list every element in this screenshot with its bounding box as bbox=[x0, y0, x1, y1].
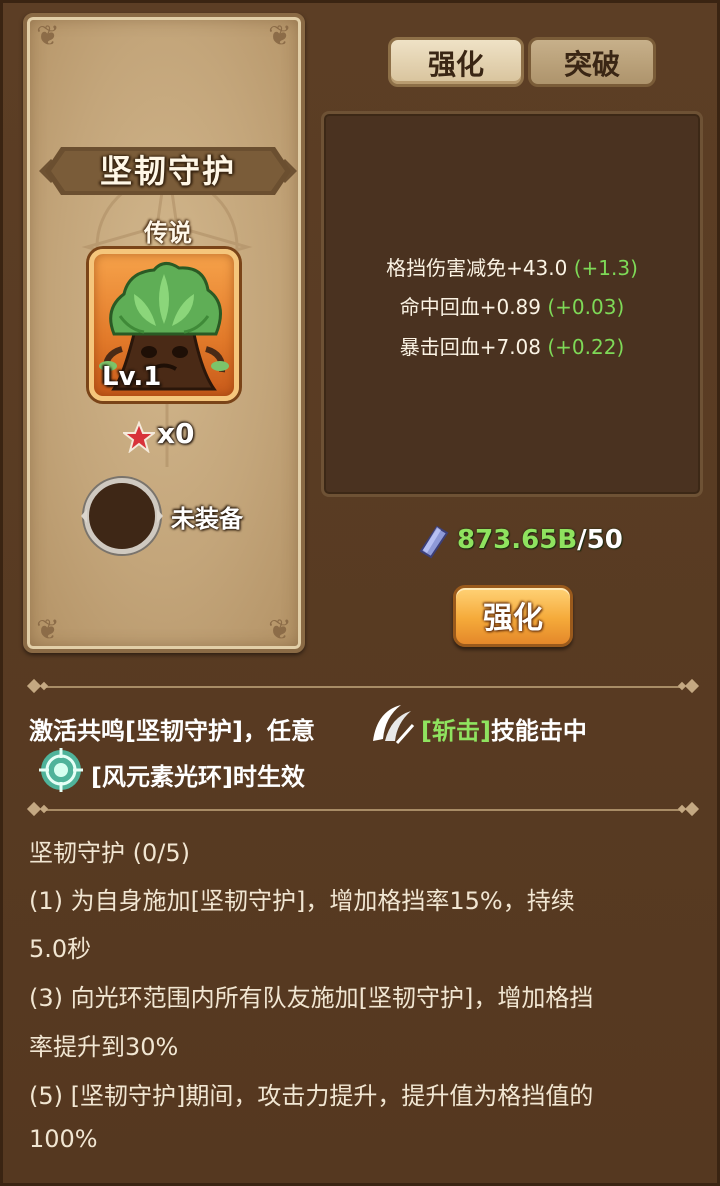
item-title-banner: 坚韧守护 bbox=[39, 145, 297, 197]
corner-ornament-icon: ❦ bbox=[268, 19, 292, 52]
equipment-detail-panel: ❦ ❦ ❦ ❦ 坚韧守护 传说 Lv.1 x0 未装备 强化 突破 格挡伤害减免… bbox=[0, 0, 720, 1186]
slash-skill-icon bbox=[373, 705, 415, 744]
divider bbox=[26, 801, 700, 817]
divider-diamond bbox=[39, 804, 49, 814]
resonance-prefix: 激活共鸣[坚韧守护]，任意 bbox=[29, 717, 315, 745]
resonance-suffix: 技能击中 bbox=[490, 717, 587, 745]
set-line: (5) [坚韧守护]期间，攻击力提升，提升值为格挡值的 bbox=[29, 1082, 594, 1110]
stat-text: 格挡伤害减免+43.0 bbox=[386, 256, 568, 280]
stat-block-reduction: 格挡伤害减免+43.0 (+1.3) bbox=[324, 252, 700, 281]
wind-aura-icon bbox=[39, 748, 83, 792]
item-card: ❦ ❦ ❦ ❦ 坚韧守护 传说 Lv.1 x0 未装备 bbox=[23, 13, 305, 653]
divider-diamond bbox=[39, 681, 49, 691]
crystal-icon bbox=[419, 525, 449, 559]
divider-line bbox=[43, 809, 683, 811]
tab-breakthrough[interactable]: 突破 bbox=[528, 37, 656, 87]
resonance-line-2: [风元素光环]时生效 bbox=[91, 763, 305, 791]
divider bbox=[26, 678, 700, 694]
corner-ornament-icon: ❦ bbox=[36, 613, 60, 646]
equip-status: 未装备 bbox=[171, 505, 243, 533]
cost-slash: / bbox=[577, 525, 587, 555]
divider-diamond bbox=[684, 801, 700, 817]
set-header: 坚韧守护 (0/5) bbox=[29, 839, 190, 867]
corner-ornament-icon: ❦ bbox=[268, 613, 292, 646]
set-line: 100% bbox=[29, 1125, 98, 1153]
divider-diamond bbox=[684, 678, 700, 694]
stat-crit-heal: 暴击回血+7.08 (+0.22) bbox=[324, 331, 700, 360]
item-level: Lv.1 bbox=[102, 362, 162, 392]
set-line: 率提升到30% bbox=[29, 1033, 179, 1061]
stat-text: 命中回血+0.89 bbox=[399, 295, 542, 319]
stat-hit-heal: 命中回血+0.89 (+0.03) bbox=[324, 291, 700, 320]
item-icon-frame[interactable]: Lv.1 bbox=[89, 249, 239, 401]
corner-ornament-icon: ❦ bbox=[36, 19, 60, 52]
divider-diamond bbox=[677, 681, 687, 691]
resonance-line-1: 激活共鸣[坚韧守护]，任意 bbox=[29, 711, 315, 746]
star-count: x0 bbox=[157, 417, 195, 450]
resonance-skill-line: [斩击]技能击中 bbox=[421, 711, 587, 746]
stat-bonus: (+1.3) bbox=[573, 256, 638, 280]
star-icon bbox=[123, 421, 155, 453]
cost-amount: 873.65B/50 bbox=[457, 525, 623, 555]
cost-need: 50 bbox=[586, 525, 623, 555]
item-name: 坚韧守护 bbox=[99, 152, 236, 190]
stats-panel: 格挡伤害减免+43.0 (+1.3) 命中回血+0.89 (+0.03) 暴击回… bbox=[321, 111, 703, 497]
set-line: (1) 为自身施加[坚韧守护]，增加格挡率15%，持续 bbox=[29, 887, 575, 915]
divider-diamond bbox=[677, 804, 687, 814]
empty-slot-ring bbox=[81, 476, 163, 556]
stat-text: 暴击回血+7.08 bbox=[399, 335, 542, 359]
divider-line bbox=[43, 686, 683, 688]
enhance-button[interactable]: 强化 bbox=[453, 585, 573, 647]
item-rarity: 传说 bbox=[144, 219, 192, 247]
resonance-skill: [斩击] bbox=[421, 717, 491, 745]
set-line: 5.0秒 bbox=[29, 935, 92, 963]
cost-have: 873.65B bbox=[457, 525, 578, 555]
tab-enhance[interactable]: 强化 bbox=[388, 37, 524, 87]
equip-slot[interactable] bbox=[81, 475, 163, 557]
stat-bonus: (+0.22) bbox=[547, 335, 625, 359]
set-line: (3) 向光环范围内所有队友施加[坚韧守护]，增加格挡 bbox=[29, 984, 594, 1012]
stat-bonus: (+0.03) bbox=[547, 295, 625, 319]
